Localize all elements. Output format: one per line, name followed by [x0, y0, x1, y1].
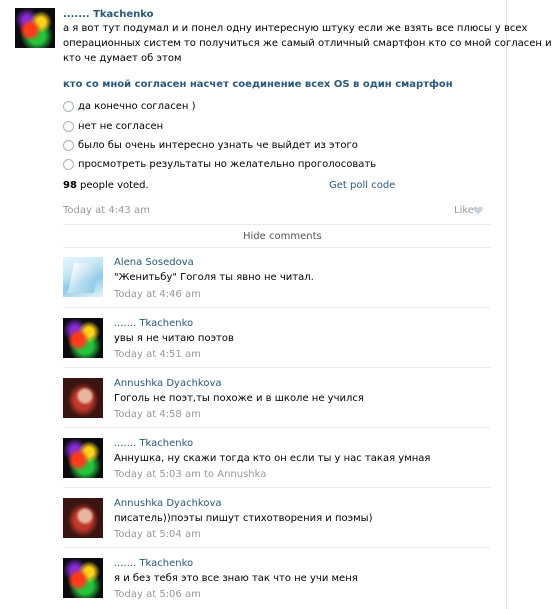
poll-option-3-radio-icon[interactable] — [63, 140, 74, 151]
comment-timestamp[interactable]: Today at 4:51 am — [114, 349, 201, 360]
separator — [63, 547, 490, 548]
separator — [63, 427, 490, 428]
poll-option-2-label[interactable]: нет не согласен — [78, 121, 163, 132]
comment-avatar[interactable] — [63, 438, 103, 478]
poll-option-4-label[interactable]: просмотреть результаты но желательно про… — [78, 159, 376, 170]
post-author-name[interactable]: ....... Tkachenko — [63, 9, 154, 20]
poll-votes-count: 98 — [63, 180, 77, 191]
comment-text: "Женитьбу" Гоголя ты явно не читал. — [114, 272, 314, 283]
comment-timestamp[interactable]: Today at 4:46 am — [114, 289, 201, 300]
comment-timestamp[interactable]: Today at 4:58 am — [114, 409, 201, 420]
comment-text: увы я не читаю поэтов — [114, 333, 234, 344]
comment-timestamp[interactable]: Today at 5:04 am — [114, 529, 201, 540]
comment-avatar[interactable] — [63, 498, 103, 538]
comment-author[interactable]: ....... Tkachenko — [114, 438, 193, 449]
post-author-avatar[interactable] — [15, 8, 55, 48]
separator — [63, 307, 490, 308]
like-button[interactable]: Like — [454, 205, 474, 216]
separator — [63, 487, 490, 488]
comment-author[interactable]: Alena Sosedova — [114, 257, 194, 268]
poll-votes-label: people voted. — [80, 180, 149, 191]
comment-text: Аннушка, ну скажи тогда кто он если ты у… — [114, 453, 431, 464]
poll-option-4-radio-icon[interactable] — [63, 159, 74, 170]
separator — [63, 224, 490, 225]
heart-icon[interactable] — [473, 206, 483, 215]
post-text-line-3: кто че думает об этом — [63, 53, 182, 64]
comment-text: Гоголь не поэт,ты похоже и в школе не уч… — [114, 393, 364, 404]
comment-timestamp[interactable]: Today at 5:03 am to Annushka — [114, 469, 266, 480]
get-poll-code-link[interactable]: Get poll code — [329, 180, 395, 191]
separator — [63, 247, 490, 248]
comment-author[interactable]: ....... Tkachenko — [114, 318, 193, 329]
comment-author[interactable]: Annushka Dyachkova — [114, 378, 222, 389]
comment-avatar[interactable] — [63, 558, 103, 598]
post-text-line-2: операционных систем то получиться же сам… — [63, 38, 552, 49]
comment-avatar[interactable] — [63, 257, 103, 297]
comment-text: писатель))поэты пишут стихотворения и по… — [114, 513, 373, 524]
comment-text: я и без тебя это все знаю так что не учи… — [114, 573, 358, 584]
comment-author[interactable]: Annushka Dyachkova — [114, 498, 222, 509]
poll-option-2-radio-icon[interactable] — [63, 121, 74, 132]
poll-question: кто со мной согласен насчет соединение в… — [63, 79, 453, 90]
comment-avatar[interactable] — [63, 378, 103, 418]
comment-timestamp[interactable]: Today at 5:06 am — [114, 589, 201, 600]
comment-author[interactable]: ....... Tkachenko — [114, 558, 193, 569]
post-timestamp[interactable]: Today at 4:43 am — [63, 205, 150, 216]
poll-option-1-label[interactable]: да конечно согласен ) — [78, 101, 195, 112]
poll-option-3-label[interactable]: было бы очень интересно узнать че выйдет… — [78, 140, 358, 151]
comment-avatar[interactable] — [63, 318, 103, 358]
post-text-line-1: а я вот тут подумал и и понел одну интер… — [63, 23, 528, 34]
poll-option-1-radio-icon[interactable] — [63, 101, 74, 112]
separator — [63, 367, 490, 368]
hide-comments-button[interactable]: Hide comments — [243, 231, 322, 242]
